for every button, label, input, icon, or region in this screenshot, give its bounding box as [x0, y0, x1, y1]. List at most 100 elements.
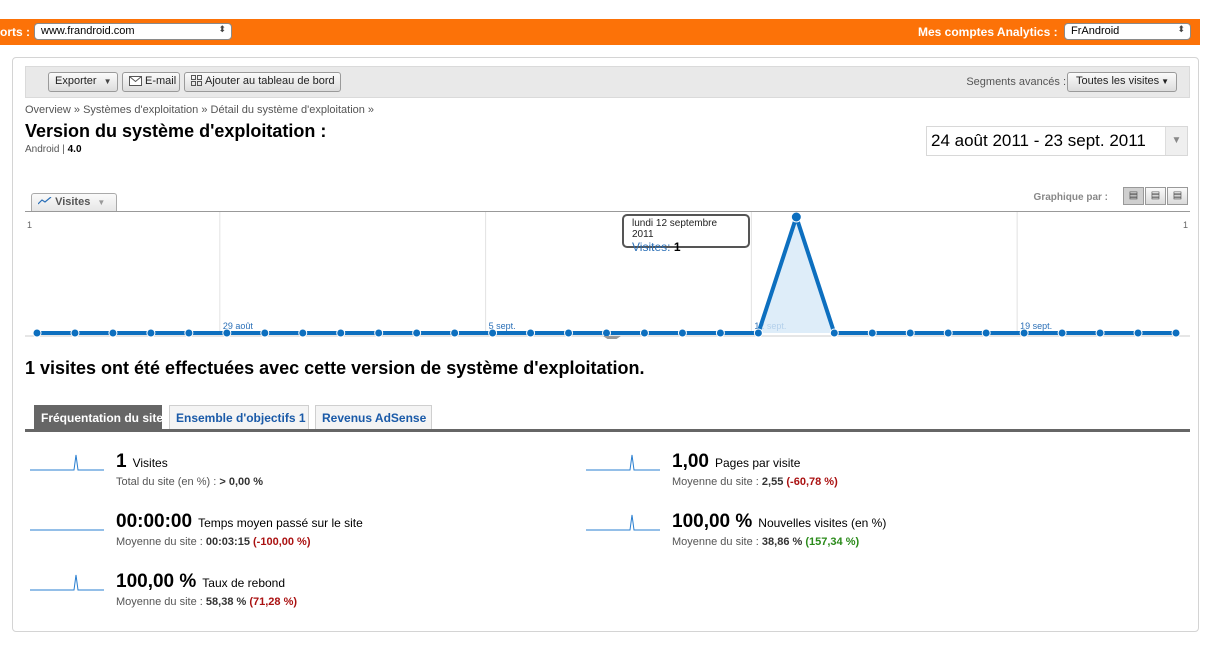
- chevron-down-icon: ▼: [1165, 127, 1187, 155]
- export-label: Exporter: [55, 75, 97, 87]
- tab-goal-set-1[interactable]: Ensemble d'objectifs 1: [169, 405, 309, 429]
- metric-value: 00:00:00: [116, 511, 193, 532]
- data-point[interactable]: [753, 328, 763, 338]
- data-point[interactable]: [715, 328, 725, 338]
- metric-sub-value: 2,55: [761, 476, 784, 488]
- top-bar: orts : www.frandroid.com ⬍ Mes comptes A…: [0, 19, 1200, 45]
- profile-label: orts :: [0, 25, 30, 39]
- email-button[interactable]: E-mail: [122, 72, 180, 92]
- chart-tooltip: lundi 12 septembre 2011 Visites: 1: [622, 214, 750, 254]
- data-point[interactable]: [1019, 328, 1029, 338]
- summary-heading: 1 visites ont été effectuées avec cette …: [25, 358, 645, 378]
- metric-name[interactable]: Nouvelles visites (en %): [758, 516, 886, 530]
- envelope-icon: [129, 76, 142, 89]
- metric-sub-label: Total du site (en %) :: [116, 476, 217, 488]
- metric-delta: (-60,78 %): [786, 476, 838, 488]
- breadcrumb[interactable]: Overview » Systèmes d'exploitation » Dét…: [25, 104, 374, 116]
- account-select-value: FrAndroid: [1071, 25, 1120, 37]
- graph-granularity-buttons: ▤ ▤ ▤: [1122, 187, 1188, 205]
- data-point[interactable]: [943, 328, 953, 338]
- date-range-value: 24 août 2011 - 23 sept. 2011: [931, 131, 1146, 150]
- data-point[interactable]: [1057, 328, 1067, 338]
- add-to-dashboard-label: Ajouter au tableau de bord: [205, 75, 335, 87]
- segments-select[interactable]: Toutes les visites ▼: [1067, 72, 1177, 92]
- data-point[interactable]: [867, 328, 877, 338]
- data-point[interactable]: [450, 328, 460, 338]
- data-point[interactable]: [374, 328, 384, 338]
- export-button[interactable]: Exporter ▼: [48, 72, 118, 92]
- metric-delta: (71,28 %): [249, 596, 298, 608]
- select-arrows-icon: ⬍: [1177, 24, 1185, 34]
- data-point[interactable]: [677, 328, 687, 338]
- line-chart-icon: [37, 196, 52, 205]
- account-select[interactable]: FrAndroid ⬍: [1064, 23, 1191, 40]
- data-point[interactable]: [1133, 328, 1143, 338]
- metric-sub-label: Moyenne du site :: [672, 536, 759, 548]
- site-select-value: www.frandroid.com: [41, 25, 135, 37]
- date-range-picker[interactable]: 24 août 2011 - 23 sept. 2011 ▼: [926, 126, 1188, 156]
- tab-adsense-revenue[interactable]: Revenus AdSense: [315, 405, 432, 429]
- tooltip-value: Visites: 1: [632, 240, 740, 254]
- metric-name[interactable]: Temps moyen passé sur le site: [198, 516, 363, 530]
- accounts-label: Mes comptes Analytics :: [918, 25, 1058, 39]
- metric-name[interactable]: Pages par visite: [715, 456, 800, 470]
- data-point[interactable]: [108, 328, 118, 338]
- metric-avg-time: 00:00:00 Temps moyen passé sur le site Mo…: [30, 511, 530, 555]
- data-point[interactable]: [70, 328, 80, 338]
- metric-delta: (157,34 %): [805, 536, 860, 548]
- metric-name[interactable]: Visites: [133, 456, 168, 470]
- data-point[interactable]: [602, 328, 611, 338]
- sparkline: [30, 574, 104, 591]
- data-point[interactable]: [260, 328, 270, 338]
- data-point[interactable]: [790, 212, 802, 223]
- report-panel: Exporter ▼ E-mail Ajouter au tableau de …: [12, 57, 1199, 632]
- metric-delta: (-100,00 %): [253, 536, 311, 548]
- data-point[interactable]: [412, 328, 422, 338]
- os-version: 4.0: [67, 144, 82, 155]
- data-point[interactable]: [336, 328, 346, 338]
- visits-chart: 1 1 29 août5 sept.12 sept.19 sept.: [25, 211, 1190, 339]
- metric-sub-value: > 0,00 %: [219, 476, 264, 488]
- data-point[interactable]: [905, 328, 915, 338]
- tooltip-date: lundi 12 septembre 2011: [632, 218, 718, 240]
- page-title: Version du système d'exploitation :: [25, 121, 327, 141]
- segments-label: Segments avancés :: [966, 76, 1066, 88]
- metric-visits: 1 Visites Total du site (en %) : > 0,00 %: [30, 451, 530, 495]
- metric-sub-value: 00:03:15: [205, 536, 250, 548]
- chart-svg: 29 août5 sept.12 sept.19 sept.: [25, 212, 1190, 339]
- data-point[interactable]: [184, 328, 194, 338]
- site-select[interactable]: www.frandroid.com ⬍: [34, 23, 232, 40]
- data-point[interactable]: [488, 328, 498, 338]
- data-point[interactable]: [1171, 328, 1181, 338]
- metric-name[interactable]: Taux de rebond: [202, 576, 285, 590]
- data-point[interactable]: [526, 328, 536, 338]
- chart-metric-tab[interactable]: Visites ▼: [31, 193, 117, 211]
- data-point[interactable]: [32, 328, 42, 338]
- data-point[interactable]: [981, 328, 991, 338]
- metric-value: 100,00 %: [116, 571, 197, 592]
- email-label: E-mail: [145, 75, 177, 87]
- tooltip-number: 1: [673, 240, 681, 254]
- chevron-down-icon: ▼: [97, 198, 106, 207]
- data-point[interactable]: [222, 328, 232, 338]
- data-point[interactable]: [146, 328, 156, 338]
- segments-value: Toutes les visites: [1076, 75, 1160, 87]
- graph-by-day-button[interactable]: ▤: [1123, 187, 1144, 205]
- data-point[interactable]: [829, 328, 839, 338]
- metric-sub-label: Moyenne du site :: [672, 476, 759, 488]
- chart-collapse-handle[interactable]: [603, 336, 621, 339]
- data-point[interactable]: [564, 328, 574, 338]
- tooltip-label: Visites:: [632, 240, 671, 254]
- add-to-dashboard-button[interactable]: Ajouter au tableau de bord: [184, 72, 341, 92]
- metric-sub-label: Moyenne du site :: [116, 536, 203, 548]
- metric-value: 1,00: [672, 451, 709, 472]
- graph-by-week-button[interactable]: ▤: [1145, 187, 1166, 205]
- data-point[interactable]: [1095, 328, 1105, 338]
- data-point[interactable]: [298, 328, 308, 338]
- tab-site-usage[interactable]: Fréquentation du site: [34, 405, 163, 429]
- graph-by-month-button[interactable]: ▤: [1167, 187, 1188, 205]
- metric-bounce-rate: 100,00 % Taux de rebond Moyenne du site :…: [30, 571, 530, 615]
- graph-by-label: Graphique par :: [1033, 192, 1108, 203]
- metric-sub-value: 38,86 %: [761, 536, 803, 548]
- data-point[interactable]: [639, 328, 649, 338]
